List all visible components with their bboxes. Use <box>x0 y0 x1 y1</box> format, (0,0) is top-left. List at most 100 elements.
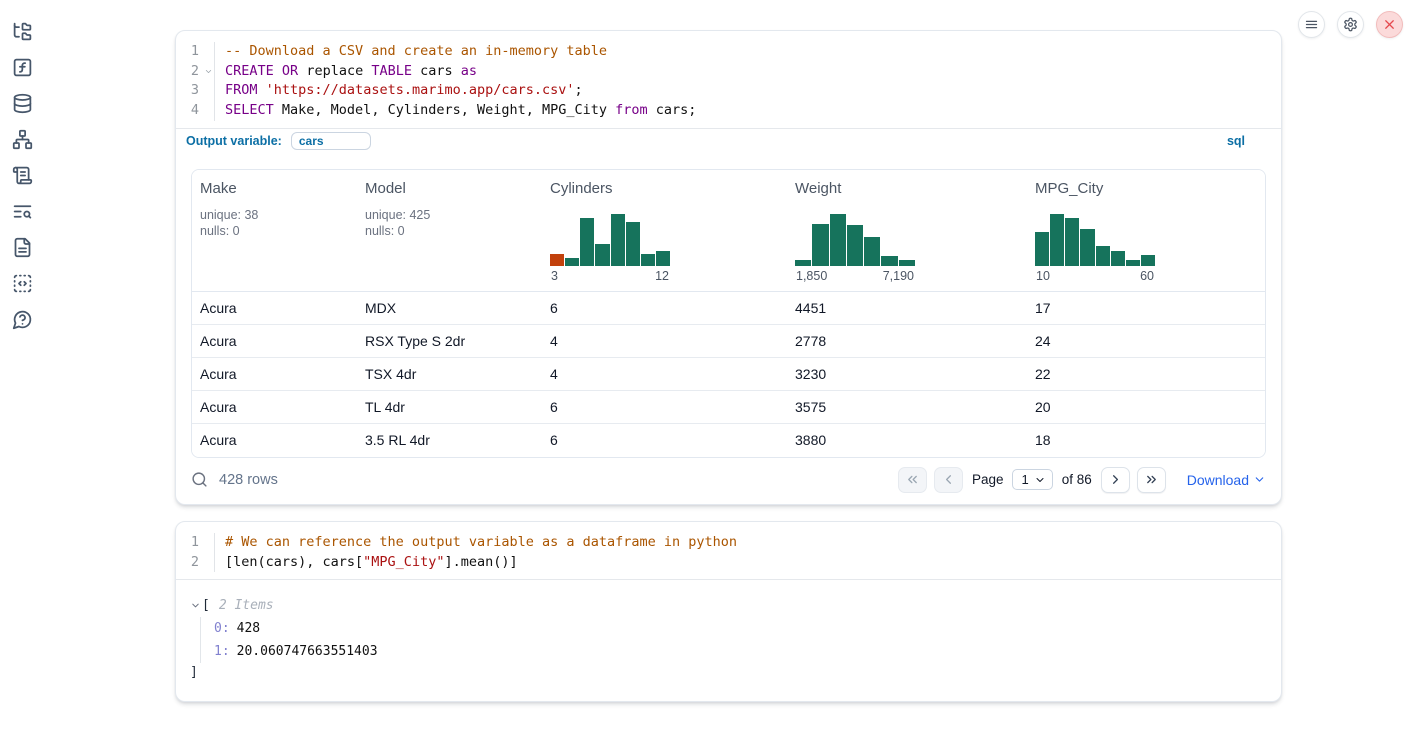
scroll-icon[interactable] <box>12 165 33 186</box>
download-button[interactable]: Download <box>1187 472 1266 488</box>
language-badge[interactable]: sql <box>1227 134 1245 148</box>
histogram-max-label: 12 <box>655 269 669 283</box>
line-number: 1 <box>176 42 202 62</box>
table-cell: 4 <box>542 366 787 382</box>
python-cell: 1# We can reference the output variable … <box>175 521 1282 702</box>
chevron-down-icon <box>1034 474 1046 486</box>
histogram-min-label: 1,850 <box>796 269 827 283</box>
histogram-bar <box>550 254 564 266</box>
snippets-code-icon[interactable] <box>12 273 33 294</box>
chevron-left-icon <box>941 472 956 487</box>
output-variable-row: Output variable: sql <box>176 128 1281 154</box>
histogram-bar <box>899 260 915 266</box>
output-variable-group: Output variable: <box>186 132 371 150</box>
page-select[interactable]: 1 <box>1012 469 1052 490</box>
histogram-min-label: 10 <box>1036 269 1050 283</box>
line-number: 2 <box>176 62 202 82</box>
tree-item-value: 428 <box>237 621 260 636</box>
close-button[interactable] <box>1376 11 1403 38</box>
page-select-value: 1 <box>1021 472 1028 487</box>
table-cell: Acura <box>192 399 357 415</box>
fold-spacer <box>202 42 214 62</box>
menu-icon <box>1304 17 1319 32</box>
table-cell: Acura <box>192 300 357 316</box>
chevron-right-icon <box>1108 472 1123 487</box>
histogram-bar <box>881 256 897 266</box>
tree-open-bracket: [ <box>202 598 210 613</box>
line-number: 3 <box>176 81 202 101</box>
search-icon[interactable] <box>191 471 208 488</box>
column-label: Make <box>200 180 349 198</box>
database-icon[interactable] <box>12 93 33 114</box>
tree-item: 1:20.060747663551403 <box>214 640 1267 663</box>
python-cell-output: [ 2 Items 0:4281:20.060747663551403 ] <box>176 579 1281 701</box>
file-tree-icon[interactable] <box>12 21 33 42</box>
column-header-weight[interactable]: Weight1,8507,190 <box>787 170 1027 291</box>
text-search-icon[interactable] <box>12 201 33 222</box>
table-cell: Acura <box>192 432 357 448</box>
data-table: Make unique: 38nulls: 0 Modelunique: 425nu… <box>191 169 1266 458</box>
settings-gear-icon <box>1343 17 1358 32</box>
column-stat: nulls: 0 <box>200 223 349 239</box>
chevrons-left-icon <box>905 472 920 487</box>
editor-gutter: 1 <box>176 42 215 62</box>
table-row: AcuraMDX6445117 <box>192 292 1265 325</box>
collapse-toggle-icon[interactable] <box>190 600 201 611</box>
prev-page-button[interactable] <box>934 467 963 493</box>
menu-button[interactable] <box>1298 11 1325 38</box>
line-number: 4 <box>176 101 202 121</box>
function-icon[interactable] <box>12 57 33 78</box>
histogram-bar <box>1065 218 1079 266</box>
editor-gutter: 3 <box>176 81 215 101</box>
histogram-bar <box>656 251 670 266</box>
histogram-bar <box>1141 255 1155 266</box>
tree-item-key: 1: <box>214 644 230 659</box>
code-line: 1-- Download a CSV and create an in-memo… <box>176 42 1281 62</box>
code-text: FROM 'https://datasets.marimo.app/cars.c… <box>215 81 583 101</box>
column-header-mpg_city[interactable]: MPG_City1060 <box>1027 170 1266 291</box>
code-line: 2[len(cars), cars["MPG_City"].mean()] <box>176 553 1281 573</box>
code-text: SELECT Make, Model, Cylinders, Weight, M… <box>215 101 696 121</box>
table-body: AcuraMDX6445117AcuraRSX Type S 2dr427782… <box>192 292 1265 457</box>
column-header-make[interactable]: Make unique: 38nulls: 0 <box>192 170 357 291</box>
table-cell: TL 4dr <box>357 399 542 415</box>
output-variable-input[interactable] <box>291 132 371 150</box>
fold-toggle-icon[interactable] <box>202 62 214 82</box>
histogram-bar <box>830 214 846 266</box>
file-text-icon[interactable] <box>12 237 33 258</box>
histogram-bar <box>580 218 594 266</box>
sql-cell: 1-- Download a CSV and create an in-memo… <box>175 30 1282 505</box>
close-icon <box>1382 17 1397 32</box>
column-stat: unique: 38 <box>200 207 349 223</box>
network-icon[interactable] <box>12 129 33 150</box>
code-line: 1# We can reference the output variable … <box>176 533 1281 553</box>
fold-spacer <box>202 553 214 573</box>
table-row: AcuraTSX 4dr4323022 <box>192 358 1265 391</box>
table-cell: Acura <box>192 333 357 349</box>
first-page-button[interactable] <box>898 467 927 493</box>
editor-gutter: 1 <box>176 533 215 553</box>
histogram-min-label: 3 <box>551 269 558 283</box>
histogram-bar <box>1050 214 1064 266</box>
list-tree-viewer: [ 2 Items 0:4281:20.060747663551403 ] <box>190 594 1267 683</box>
page-total-label: of 86 <box>1062 472 1092 487</box>
table-cell: 6 <box>542 300 787 316</box>
sql-code-editor[interactable]: 1-- Download a CSV and create an in-memo… <box>176 31 1281 128</box>
table-header-row: Make unique: 38nulls: 0 Modelunique: 425nu… <box>192 170 1265 292</box>
code-text: # We can reference the output variable a… <box>215 533 737 553</box>
last-page-button[interactable] <box>1137 467 1166 493</box>
tree-items: 0:4281:20.060747663551403 <box>200 617 1267 663</box>
settings-gear-button[interactable] <box>1337 11 1364 38</box>
column-header-cylinders[interactable]: Cylinders312 <box>542 170 787 291</box>
histogram-bars <box>795 214 915 266</box>
histogram-bar <box>1080 229 1094 265</box>
help-circle-icon[interactable] <box>12 309 33 330</box>
notebook: 1-- Download a CSV and create an in-memo… <box>175 0 1282 702</box>
table-cell: 24 <box>1027 333 1266 349</box>
next-page-button[interactable] <box>1101 467 1130 493</box>
python-code-editor[interactable]: 1# We can reference the output variable … <box>176 522 1281 579</box>
column-label: Model <box>365 180 534 198</box>
table-cell: 2778 <box>787 333 1027 349</box>
column-header-model[interactable]: Modelunique: 425nulls: 0 <box>357 170 542 291</box>
histogram-axis: 1,8507,190 <box>795 269 915 283</box>
